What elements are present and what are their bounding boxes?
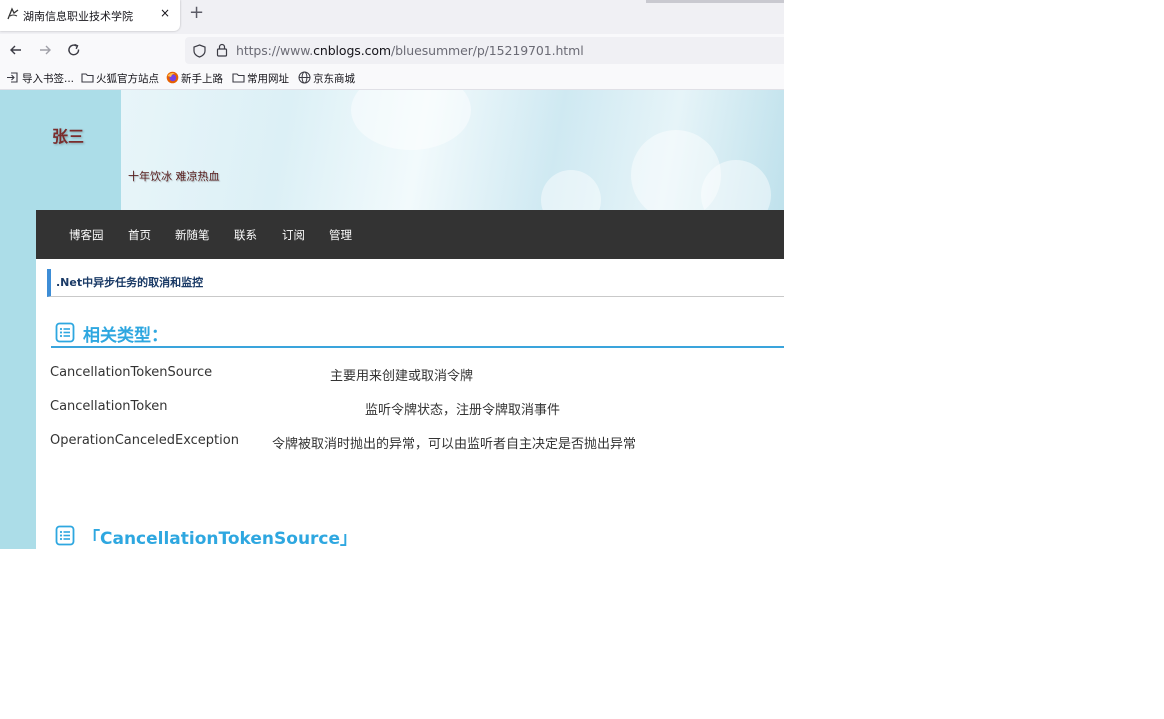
url-path: /bluesummer/p/15219701.html	[390, 43, 584, 58]
banner-bokeh	[351, 90, 471, 150]
web-page: 张三 十年饮冰 难凉热血 博客园 首页 新随笔 联系 订阅 管理 .Net中异步…	[0, 90, 784, 549]
bookmarks-toolbar: 导入书签... 火狐官方站点 新手上路 常用网址 京东商城	[0, 66, 784, 90]
bookmark-label: 导入书签...	[22, 73, 75, 85]
nav-toolbar: https://www.cnblogs.com/bluesummer/p/152…	[0, 34, 784, 66]
url-prefix: https://www.	[236, 43, 314, 58]
section-heading: 「CancellationTokenSource」	[51, 522, 784, 549]
section-heading-text: 相关类型：	[83, 326, 168, 346]
post-content: .Net中异步任务的取消和监控 相关类型： CancellationTokenS…	[36, 259, 784, 549]
browser-window: 湖南信息职业技术学院 × + https://www.cnblogs.com/b…	[0, 0, 784, 549]
bookmark-getting-started[interactable]: 新手上路	[166, 70, 226, 86]
import-icon	[7, 72, 18, 83]
bookmark-import[interactable]: 导入书签...	[6, 70, 76, 86]
bookmark-label: 京东商城	[313, 73, 355, 85]
section-heading-text: 「CancellationTokenSource」	[83, 529, 358, 549]
banner-bokeh	[541, 170, 601, 210]
nav-home[interactable]: 首页	[128, 227, 151, 243]
list-icon	[55, 525, 75, 546]
nav-subscribe[interactable]: 订阅	[282, 227, 305, 243]
blog-title-link[interactable]: 张三	[52, 123, 84, 147]
section-heading: 相关类型：	[51, 319, 784, 348]
window-edge	[646, 0, 784, 3]
folder-icon	[232, 73, 245, 83]
url-text[interactable]: https://www.cnblogs.com/bluesummer/p/152…	[236, 43, 584, 58]
school-favicon-icon	[7, 7, 19, 20]
tracking-shield-icon[interactable]	[193, 44, 206, 58]
tab-close-icon[interactable]: ×	[160, 6, 170, 20]
type-desc: 主要用来创建或取消令牌	[330, 369, 474, 384]
address-bar[interactable]: https://www.cnblogs.com/bluesummer/p/152…	[185, 37, 784, 64]
lock-icon[interactable]	[216, 43, 228, 57]
bookmark-common-sites[interactable]: 常用网址	[232, 70, 292, 86]
type-desc: 监听令牌状态，注册令牌取消事件	[365, 403, 561, 418]
nav-cnblogs[interactable]: 博客园	[69, 227, 104, 243]
bookmark-label: 常用网址	[247, 73, 289, 85]
bookmark-jd[interactable]: 京东商城	[298, 70, 358, 86]
blog-nav-menu: 博客园 首页 新随笔 联系 订阅 管理	[36, 210, 784, 259]
new-tab-button[interactable]: +	[189, 2, 204, 23]
forward-arrow-icon[interactable]	[35, 40, 55, 60]
tab-active[interactable]: 湖南信息职业技术学院 ×	[0, 0, 180, 31]
tab-title: 湖南信息职业技术学院	[23, 10, 133, 23]
nav-manage[interactable]: 管理	[329, 227, 352, 243]
post-title-link[interactable]: .Net中异步任务的取消和监控	[56, 274, 203, 290]
bookmark-label: 火狐官方站点	[96, 73, 159, 85]
list-icon	[55, 322, 75, 343]
blog-subtitle: 十年饮冰 难凉热血	[128, 170, 220, 183]
nav-contact[interactable]: 联系	[234, 227, 257, 243]
url-domain: cnblogs.com	[313, 43, 391, 58]
reload-icon[interactable]	[64, 40, 84, 60]
folder-icon	[81, 73, 94, 83]
type-name: OperationCanceledException	[50, 433, 239, 448]
bookmark-firefox-site[interactable]: 火狐官方站点	[81, 70, 161, 86]
globe-icon	[298, 71, 311, 84]
nav-new-post[interactable]: 新随笔	[175, 227, 210, 243]
header-banner	[121, 90, 784, 210]
tab-strip: 湖南信息职业技术学院 × +	[0, 0, 784, 34]
type-desc: 令牌被取消时抛出的异常，可以由监听者自主决定是否抛出异常	[272, 437, 637, 452]
firefox-icon	[166, 71, 179, 84]
type-name: CancellationToken	[50, 399, 168, 414]
type-name: CancellationTokenSource	[50, 365, 213, 380]
post-title-bar: .Net中异步任务的取消和监控	[47, 269, 784, 297]
back-arrow-icon[interactable]	[6, 40, 26, 60]
bookmark-label: 新手上路	[181, 73, 223, 85]
